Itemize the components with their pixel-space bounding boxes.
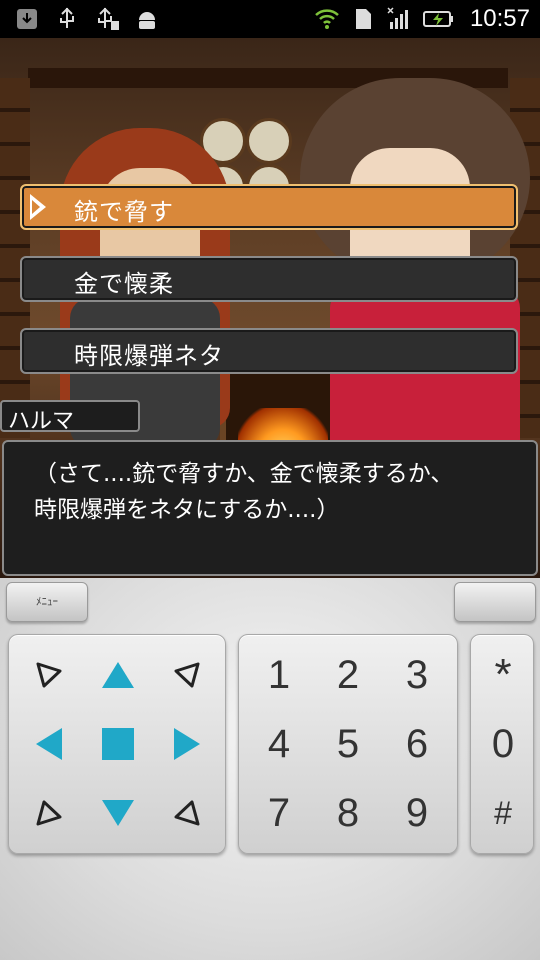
choice-label: 金で懐柔 — [74, 270, 174, 298]
triangle-outline-right-icon — [36, 662, 62, 688]
menu-button-label: ﾒﾆｭｰ — [36, 595, 58, 608]
dpad-down-right[interactable] — [157, 783, 217, 843]
arrow-left-icon — [36, 728, 62, 760]
speaker-name: ハルマ — [8, 409, 75, 434]
key-star[interactable]: * — [473, 645, 533, 705]
key-8[interactable]: 8 — [318, 783, 378, 843]
wifi-icon — [315, 9, 339, 29]
choice-option-2[interactable]: 金で懐柔 — [20, 256, 518, 302]
choice-label: 時限爆弾ネタ — [74, 342, 224, 370]
game-scene[interactable]: 銃で脅す 金で懐柔 時限爆弾ネタ ハルマ （さて....銃で脅すか、金で懐柔する… — [0, 38, 540, 578]
dialogue-box[interactable]: （さて....銃で脅すか、金で懐柔するか、 時限爆弾をネタにするか....） — [2, 440, 538, 576]
usb-debug-icon — [98, 7, 119, 30]
key-3[interactable]: 3 — [387, 645, 447, 705]
triangle-outline-left-icon — [174, 662, 200, 688]
dpad-right[interactable] — [157, 714, 217, 774]
square-icon — [102, 728, 134, 760]
numpad-panel: 1 2 3 4 5 6 7 8 9 — [238, 634, 458, 854]
android-icon — [139, 12, 155, 29]
dpad-center[interactable] — [88, 714, 148, 774]
dpad-up-right[interactable] — [157, 645, 217, 705]
dpad-panel — [8, 634, 226, 854]
control-pad: ﾒﾆｭｰ 1 2 3 4 5 6 7 8 9 * 0 # — [0, 578, 540, 960]
status-bar: 10:57 — [0, 0, 540, 38]
choice-option-1[interactable]: 銃で脅す — [20, 184, 518, 230]
choice-label: 銃で脅す — [74, 198, 174, 226]
key-7[interactable]: 7 — [249, 783, 309, 843]
speaker-name-box: ハルマ — [0, 400, 140, 434]
clock: 10:57 — [469, 5, 530, 32]
triangle-outline-right-icon — [36, 800, 62, 826]
side-keys-panel: * 0 # — [470, 634, 534, 854]
key-6[interactable]: 6 — [387, 714, 447, 774]
key-9[interactable]: 9 — [387, 783, 447, 843]
key-1[interactable]: 1 — [249, 645, 309, 705]
key-0[interactable]: 0 — [473, 714, 533, 774]
dialogue-text: （さて....銃で脅すか、金で懐柔するか、 時限爆弾をネタにするか....） — [34, 461, 454, 523]
sd-card-icon — [355, 9, 371, 29]
usb-icon — [60, 7, 74, 28]
arrow-down-icon — [102, 800, 134, 826]
key-2[interactable]: 2 — [318, 645, 378, 705]
key-hash[interactable]: # — [473, 783, 533, 843]
triangle-outline-left-icon — [174, 800, 200, 826]
key-5[interactable]: 5 — [318, 714, 378, 774]
dpad-down[interactable] — [88, 783, 148, 843]
key-4[interactable]: 4 — [249, 714, 309, 774]
choice-option-3[interactable]: 時限爆弾ネタ — [20, 328, 518, 374]
dpad-up-left[interactable] — [19, 645, 79, 705]
selection-arrow-icon — [30, 194, 46, 220]
right-soft-button[interactable] — [454, 582, 536, 622]
battery-charging-icon — [422, 11, 453, 27]
arrow-right-icon — [174, 728, 200, 760]
arrow-up-icon — [102, 662, 134, 688]
download-icon — [17, 9, 37, 29]
signal-icon — [387, 7, 408, 29]
dpad-down-left[interactable] — [19, 783, 79, 843]
dpad-left[interactable] — [19, 714, 79, 774]
dpad-up[interactable] — [88, 645, 148, 705]
menu-button[interactable]: ﾒﾆｭｰ — [6, 582, 88, 622]
